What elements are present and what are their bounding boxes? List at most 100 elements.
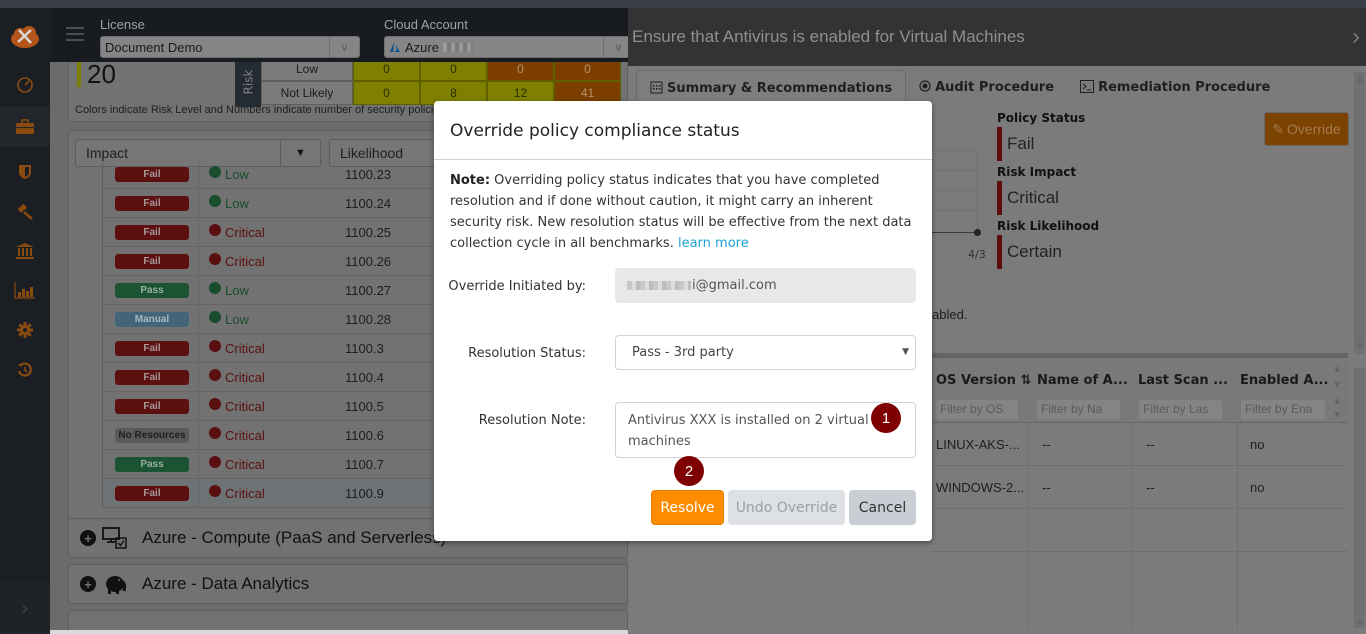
- note-bold-label: Note:: [450, 173, 491, 188]
- impact-label: Critical: [225, 224, 265, 240]
- scroll-down-icon[interactable]: ▼: [1357, 618, 1363, 627]
- undo-override-button[interactable]: Undo Override: [728, 490, 845, 525]
- impact-label: Low: [225, 282, 249, 298]
- cell-enabled: no: [1250, 480, 1265, 495]
- status-badge: Fail: [115, 253, 189, 269]
- app-logo[interactable]: [9, 25, 41, 49]
- caret-down-icon: ▼: [902, 347, 909, 357]
- column-header-os-version[interactable]: OS Version ⇅: [936, 373, 1031, 388]
- impact-dot-icon: [209, 485, 221, 497]
- heatmap-cell[interactable]: 0: [420, 62, 487, 81]
- impact-indicator: Low: [209, 282, 249, 298]
- rule-id: 1100.23: [345, 166, 392, 182]
- initiated-by-field: i@gmail.com: [615, 268, 916, 303]
- scroll-up-icon[interactable]: ▲: [1334, 364, 1340, 373]
- dashboard-gauge-icon[interactable]: [0, 64, 50, 104]
- column-header-last-scan[interactable]: Last Scan ...: [1138, 373, 1228, 388]
- briefcase-icon[interactable]: [0, 107, 50, 147]
- impact-label: Critical: [225, 427, 265, 443]
- cell-last-scan: --: [1146, 480, 1155, 495]
- heatmap-row-label: Not Likely: [261, 81, 353, 105]
- column-header-enabled[interactable]: Enabled A...: [1240, 373, 1328, 388]
- resolve-button[interactable]: Resolve: [651, 490, 724, 525]
- gavel-icon[interactable]: [0, 192, 50, 232]
- chevron-right-icon: ›: [21, 596, 29, 620]
- tab-summary-recommendations[interactable]: Summary & Recommendations: [636, 70, 907, 104]
- shield-icon[interactable]: [0, 152, 50, 192]
- filter-os-input[interactable]: Filter by OS: [936, 400, 1018, 420]
- status-badge: Fail: [115, 340, 189, 356]
- detail-scrollbar[interactable]: [1354, 72, 1365, 354]
- sort-icon[interactable]: ⇅: [1020, 373, 1031, 388]
- heatmap-cell[interactable]: 0: [353, 62, 420, 81]
- target-icon: [919, 80, 931, 92]
- cloud-account-select[interactable]: Azure ∨: [384, 36, 634, 58]
- scroll-up-icon[interactable]: ▲: [1334, 396, 1340, 405]
- monitor-check-icon: [102, 527, 128, 549]
- cancel-button[interactable]: Cancel: [849, 490, 916, 525]
- table-row[interactable]: LINUX-AKS-... -- -- no: [930, 423, 1348, 466]
- resolution-note-textarea[interactable]: Antivirus XXX is installed on 2 virtual …: [615, 402, 916, 458]
- edit-icon: ✎: [1272, 120, 1285, 137]
- filter-enabled-input[interactable]: Filter by Ena: [1241, 400, 1325, 420]
- bar-chart-icon[interactable]: [0, 270, 50, 310]
- expand-plus-icon[interactable]: +: [80, 576, 96, 592]
- filter-last-scan-input[interactable]: Filter by Las: [1139, 400, 1222, 420]
- rule-id: 1100.4: [345, 369, 384, 385]
- heatmap-cell[interactable]: 0: [554, 62, 621, 81]
- expand-plus-icon[interactable]: +: [80, 530, 96, 546]
- heatmap-caption: Colors indicate Risk Level and Numbers i…: [75, 104, 445, 116]
- bottom-strip: [50, 630, 628, 634]
- rule-id: 1100.5: [345, 398, 384, 414]
- bank-icon[interactable]: [0, 231, 50, 271]
- column-header-name[interactable]: Name of A...: [1037, 373, 1128, 388]
- table-row: [930, 509, 1348, 552]
- impact-dot-icon: [209, 398, 221, 410]
- scroll-down-icon[interactable]: ▼: [1357, 341, 1363, 350]
- heatmap-cell[interactable]: 0: [353, 81, 420, 105]
- table-scrollbar[interactable]: [1354, 368, 1365, 628]
- cell-os-version: LINUX-AKS-...: [936, 437, 1020, 452]
- accordion-data-analytics[interactable]: + Azure - Data Analytics: [68, 564, 628, 604]
- step-marker-1: 1: [871, 403, 901, 433]
- window-top-strip: [0, 0, 1366, 8]
- impact-filter-label: Impact: [86, 145, 129, 161]
- scroll-up-icon[interactable]: ▲: [1357, 74, 1363, 83]
- license-select[interactable]: Document Demo ∨: [100, 36, 360, 58]
- heatmap-cell[interactable]: 0: [487, 62, 554, 81]
- chevron-right-icon[interactable]: ›: [1352, 23, 1360, 51]
- rule-id: 1100.26: [345, 253, 392, 269]
- history-icon[interactable]: [0, 350, 50, 390]
- learn-more-link[interactable]: learn more: [678, 236, 749, 251]
- table-row[interactable]: WINDOWS-2... -- -- no: [930, 466, 1348, 509]
- tab-remediation-procedure[interactable]: Remediation Procedure: [1067, 70, 1283, 104]
- tab-audit-procedure[interactable]: Audit Procedure: [906, 70, 1067, 104]
- cloud-account-label: Cloud Account: [384, 17, 468, 32]
- expand-nav-button[interactable]: ›: [0, 582, 50, 634]
- impact-dot-icon: [209, 369, 221, 381]
- impact-dot-icon: [209, 166, 221, 178]
- impact-indicator: Critical: [209, 224, 265, 240]
- impact-dot-icon: [209, 340, 221, 352]
- hamburger-menu-icon[interactable]: [66, 27, 84, 41]
- resolution-status-select[interactable]: Pass - 3rd party ▼: [615, 335, 916, 370]
- description-fragment: abled.: [932, 307, 968, 322]
- impact-label: Critical: [225, 456, 265, 472]
- chart-point[interactable]: [974, 229, 981, 236]
- scroll-down-icon[interactable]: ▼: [1334, 380, 1340, 389]
- impact-label: Low: [225, 311, 249, 327]
- risk-impact-value: Critical: [997, 181, 1059, 215]
- override-button[interactable]: ✎ Override: [1264, 112, 1349, 146]
- gear-icon[interactable]: [0, 310, 50, 350]
- impact-indicator: Critical: [209, 456, 265, 472]
- filter-name-input[interactable]: Filter by Na: [1037, 400, 1120, 420]
- rule-id: 1100.24: [345, 195, 392, 211]
- override-label: Override: [1287, 121, 1341, 137]
- override-modal: Override policy compliance status Note: …: [434, 101, 932, 541]
- impact-indicator: Low: [209, 311, 249, 327]
- rule-id: 1100.28: [345, 311, 392, 327]
- scroll-down-icon[interactable]: ▼: [1334, 410, 1340, 419]
- policy-status-value: Fail: [997, 127, 1034, 161]
- detail-title: Ensure that Antivirus is enabled for Vir…: [632, 27, 1025, 46]
- impact-label: Critical: [225, 485, 265, 501]
